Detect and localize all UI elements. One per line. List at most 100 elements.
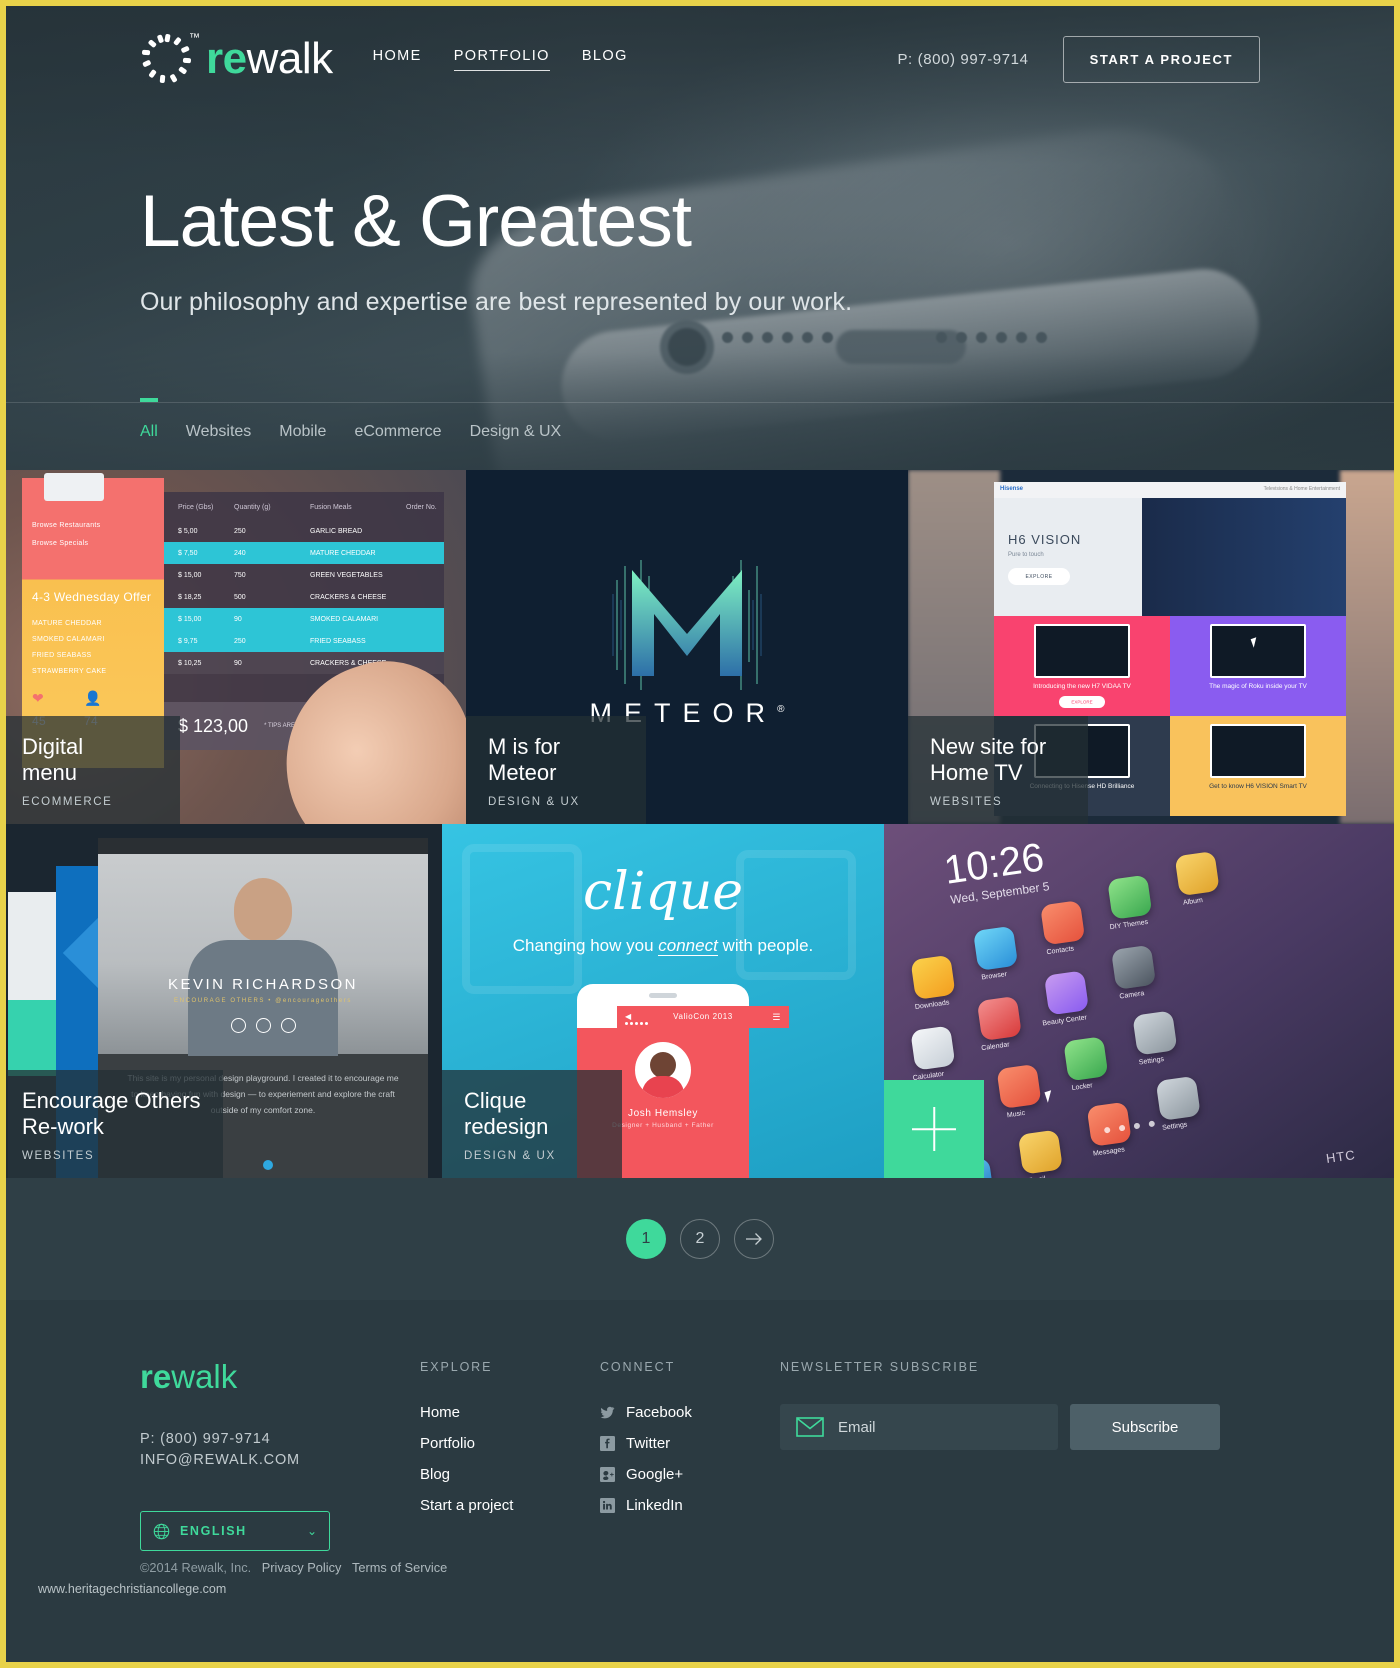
dribbble-circle-icon[interactable] — [255, 1018, 271, 1033]
footer-phone: P: (800) 997-9714 — [140, 1431, 271, 1447]
menu-col-qty: Quantity (g) — [234, 503, 271, 511]
terms-of-service-link[interactable]: Terms of Service — [352, 1560, 447, 1575]
calculator-app-icon — [910, 1025, 956, 1071]
filter-all[interactable]: All — [140, 423, 158, 441]
filter-websites[interactable]: Websites — [186, 423, 252, 441]
twitter-circle-icon[interactable] — [230, 1018, 246, 1033]
site-logo[interactable]: ™ rewalk — [140, 32, 333, 86]
logo-wordmark: rewalk — [206, 37, 333, 81]
nav-item-blog[interactable]: BLOG — [582, 48, 628, 70]
clique-subtitle: Changing how you connect with people. — [442, 936, 884, 956]
behance-circle-icon[interactable] — [280, 1018, 296, 1033]
tv-quadrant-pink-button[interactable]: EXPLORE — [1059, 696, 1105, 708]
portfolio-tile-htc-phone[interactable]: 10:26 Wed, September 5 Downloads Browser… — [884, 824, 1400, 1178]
site-header: ™ rewalk HOME PORTFOLIO BLOG P: (800) 99… — [0, 0, 1400, 118]
footer-connect-heading: CONNECT — [600, 1360, 676, 1374]
footer-explore-heading: EXPLORE — [420, 1360, 493, 1374]
footer-link-start-a-project[interactable]: Start a project — [420, 1497, 600, 1514]
pagination-page-2[interactable]: 2 — [680, 1219, 720, 1259]
language-selector[interactable]: ENGLISH ⌄ — [140, 1511, 330, 1552]
email-field[interactable]: Email — [780, 1404, 1058, 1450]
envelope-icon — [796, 1417, 824, 1437]
menu-row-6-price: $ 10,25 — [178, 659, 202, 667]
start-a-project-button[interactable]: START A PROJECT — [1062, 35, 1260, 83]
tile-background-right-blur — [1340, 470, 1400, 824]
filter-mobile[interactable]: Mobile — [279, 423, 326, 441]
tile-title-line1: M is for — [488, 734, 561, 760]
album-app-icon — [1174, 850, 1220, 897]
tv-hero-explore-button[interactable]: EXPLORE — [1008, 568, 1070, 585]
footer-social-facebook[interactable]: Facebook — [600, 1404, 780, 1421]
menu-row-2-price: $ 15,00 — [178, 571, 202, 579]
frame-edge-top — [0, 0, 1400, 6]
phone-speaker — [649, 993, 677, 998]
footer-connect-column: CONNECT Facebook Twitter Google+ LinkedI… — [600, 1360, 780, 1551]
footer-link-blog[interactable]: Blog — [420, 1466, 600, 1483]
hero-subtitle: Our philosophy and expertise are best re… — [140, 288, 853, 316]
heart-icon: ❤ — [32, 690, 45, 706]
hero-text-block: Latest & Greatest Our philosophy and exp… — [140, 185, 852, 317]
tv-quadrant-pink-button-label: EXPLORE — [1071, 699, 1093, 705]
footer-social-twitter[interactable]: Twitter — [600, 1435, 780, 1452]
linkedin-icon — [600, 1498, 615, 1513]
menu-row-0-price: $ 5,00 — [178, 527, 198, 535]
tile-title-line1: Digital — [22, 734, 84, 760]
tile-title-line2: Meteor — [488, 760, 557, 786]
footer-link-portfolio[interactable]: Portfolio — [420, 1435, 600, 1452]
page-root: ™ rewalk HOME PORTFOLIO BLOG P: (800) 99… — [0, 0, 1400, 1668]
portfolio-tile-clique[interactable]: clique Changing how you connect with peo… — [442, 824, 884, 1178]
tv-quadrant-yellow: Get to know H6 VISION Smart TV — [1170, 716, 1346, 816]
pagination-next-button[interactable] — [734, 1219, 774, 1259]
footer-social-googleplus-label: Google+ — [626, 1466, 684, 1483]
footer-social-linkedin[interactable]: LinkedIn — [600, 1497, 780, 1514]
tile-category: WEBSITES — [930, 796, 1003, 808]
menu-total-amount: $ 123,00 — [178, 715, 249, 736]
app-label-browser: Browser — [981, 971, 1008, 982]
tv-quadrant-pink-caption: Introducing the new H7 VIDAA TV — [1033, 683, 1131, 690]
phone-signal-dots-icon — [625, 1022, 648, 1025]
privacy-policy-link[interactable]: Privacy Policy — [262, 1560, 342, 1575]
menu-row-2-qty: 750 — [234, 571, 246, 579]
menu-row-0-name: GARLIC BREAD — [310, 527, 363, 535]
copyright-text: ©2014 Rewalk, Inc. — [140, 1560, 252, 1575]
filter-ecommerce[interactable]: eCommerce — [354, 423, 441, 441]
menu-row-0-qty: 250 — [234, 527, 246, 535]
tv-site-brand: Hisense — [1000, 486, 1024, 492]
diy-themes-app-icon — [1107, 874, 1153, 920]
hamburger-menu-icon[interactable]: ☰ — [772, 1012, 781, 1023]
portfolio-tile-meteor[interactable]: METEOR® M is for Meteor DESIGN & UX — [466, 470, 908, 824]
menu-row-3-qty: 500 — [234, 593, 246, 601]
logo-text-walk: walk — [246, 34, 334, 83]
nav-item-portfolio[interactable]: PORTFOLIO — [453, 48, 550, 71]
copyright-bar: ©2014 Rewalk, Inc. Privacy Policy Terms … — [140, 1560, 447, 1575]
nav-item-home[interactable]: HOME — [373, 48, 422, 70]
globe-icon — [153, 1523, 170, 1539]
header-right-group: P: (800) 997-9714 START A PROJECT — [897, 35, 1260, 83]
menu-browse-restaurants: Browse Restaurants — [32, 522, 101, 529]
clique-subtitle-a: Changing how you — [512, 936, 659, 955]
encourage-social-icons — [98, 1018, 428, 1033]
browser-app-icon — [972, 925, 1019, 971]
tv-site-navbar: Hisense Televisions & Home Entertainment — [994, 482, 1346, 498]
portfolio-filter-bar: All Websites Mobile eCommerce Design & U… — [0, 402, 1400, 470]
filter-design-ux[interactable]: Design & UX — [470, 423, 562, 441]
tile-caption: Digital menu ECOMMERCE — [0, 716, 180, 824]
portfolio-tile-digital-menu[interactable]: Browse Restaurants Browse Specials 4-3 W… — [0, 470, 466, 824]
contacts-app-icon — [1040, 900, 1086, 946]
footer-logo[interactable]: rewalk — [140, 1360, 420, 1393]
email-app-icon — [1017, 1129, 1063, 1175]
subscribe-button[interactable]: Subscribe — [1070, 1404, 1220, 1450]
footer-email: INFO@REWALK.COM — [140, 1452, 300, 1469]
load-more-plus-button[interactable] — [884, 1080, 984, 1178]
footer-social-linkedin-label: LinkedIn — [626, 1497, 683, 1514]
footer-social-googleplus[interactable]: Google+ — [600, 1466, 780, 1483]
tv-hero-explore-label: EXPLORE — [1025, 573, 1053, 580]
portfolio-tile-home-tv[interactable]: Hisense Televisions & Home Entertainment… — [908, 470, 1400, 824]
portfolio-tile-encourage-others[interactable]: KEVIN RICHARDSON ENCOURAGE OTHERS • @enc… — [0, 824, 442, 1178]
footer-link-home[interactable]: Home — [420, 1404, 600, 1421]
email-placeholder: Email — [838, 1418, 876, 1436]
portfolio-grid: Browse Restaurants Browse Specials 4-3 W… — [0, 470, 1400, 1178]
pagination: 1 2 — [0, 1178, 1400, 1300]
menu-row-3-price: $ 18,25 — [178, 593, 202, 601]
pagination-page-1[interactable]: 1 — [626, 1219, 666, 1259]
